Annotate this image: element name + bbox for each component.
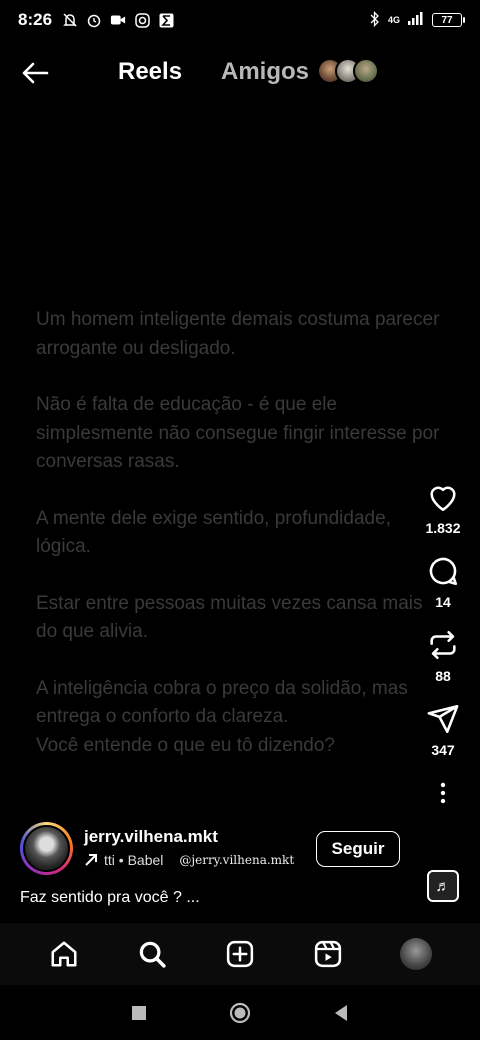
- home-button[interactable]: [229, 1002, 251, 1024]
- square-icon: [132, 1005, 146, 1020]
- recent-apps-button[interactable]: [131, 1005, 147, 1021]
- nav-search[interactable]: [132, 934, 172, 974]
- audio-info[interactable]: tti • Babel @jerry.vilhena.mkt: [84, 852, 294, 868]
- system-nav: [0, 985, 480, 1040]
- heart-icon: [430, 486, 456, 512]
- reels-icon: [314, 940, 342, 968]
- reel-actions: 1.832 14 88 347: [420, 480, 466, 808]
- repost-icon: [430, 630, 456, 660]
- back-button[interactable]: [20, 58, 50, 88]
- signal-icon: [408, 12, 424, 28]
- send-icon: [427, 704, 459, 734]
- instagram-icon: [134, 12, 150, 28]
- tab-reels[interactable]: Reels: [118, 58, 182, 86]
- reel-text: Um homem inteligente demais costuma pare…: [36, 306, 446, 760]
- follow-button[interactable]: Seguir: [316, 831, 400, 867]
- music-note-icon: ♬: [435, 877, 451, 895]
- battery-level: 77: [441, 14, 453, 26]
- bluetooth-icon: [370, 10, 380, 30]
- overlay-handle: @jerry.vilhena.mkt: [179, 853, 295, 867]
- avatar[interactable]: [20, 822, 73, 875]
- author-username[interactable]: jerry.vilhena.mkt: [84, 827, 218, 847]
- reel-paragraph: Não é falta de educação - é que ele simp…: [36, 394, 440, 472]
- network-type: 4G: [387, 15, 400, 25]
- more-options-button[interactable]: [428, 778, 458, 808]
- repost-count: 88: [435, 668, 451, 684]
- search-icon: [139, 941, 166, 968]
- comment-count: 14: [435, 594, 451, 610]
- reel-paragraph: Você entende o que eu tô dizendo?: [36, 734, 335, 756]
- bottom-nav: [0, 923, 480, 985]
- share-button[interactable]: 347: [426, 702, 460, 758]
- battery-icon: 77: [432, 13, 465, 27]
- home-icon: [51, 941, 77, 967]
- reel-caption[interactable]: Faz sentido pra você ? ...: [20, 889, 200, 907]
- reel-paragraph: A mente dele exige sentido, profundidade…: [36, 507, 391, 558]
- like-count: 1.832: [425, 520, 461, 536]
- avatar: [353, 58, 379, 84]
- reel-paragraph: A inteligência cobra o preço da solidão,…: [36, 677, 408, 728]
- share-count: 347: [431, 742, 455, 758]
- reels-header: Reels Amigos: [0, 48, 480, 98]
- reel-paragraph: Um homem inteligente demais costuma pare…: [36, 309, 440, 359]
- avatar: [400, 938, 432, 970]
- friend-avatars[interactable]: [317, 58, 379, 84]
- tab-friends[interactable]: Amigos: [221, 58, 309, 86]
- nav-create[interactable]: [220, 934, 260, 974]
- sigma-icon: [158, 12, 174, 28]
- nav-profile[interactable]: [396, 934, 436, 974]
- triangle-left-icon: [335, 1004, 347, 1021]
- alarm-icon: [86, 12, 102, 28]
- status-bar: 8:26 4G 77: [0, 0, 480, 40]
- audio-thumbnail[interactable]: ♬: [427, 870, 459, 902]
- mute-icon: [62, 12, 78, 28]
- arrow-left-icon: [22, 62, 49, 84]
- comment-icon: [429, 557, 458, 586]
- like-button[interactable]: 1.832: [425, 480, 461, 536]
- nav-reels[interactable]: [308, 934, 348, 974]
- video-icon: [110, 12, 126, 28]
- more-vertical-icon: [440, 782, 446, 804]
- status-time: 8:26: [18, 10, 53, 29]
- nav-home[interactable]: [44, 934, 84, 974]
- circle-icon: [229, 1002, 251, 1023]
- reel-author: jerry.vilhena.mkt tti • Babel @jerry.vil…: [20, 822, 420, 878]
- comment-button[interactable]: 14: [426, 554, 460, 610]
- plus-square-icon: [226, 940, 254, 968]
- back-nav-button[interactable]: [333, 1004, 349, 1022]
- repost-button[interactable]: 88: [426, 628, 460, 684]
- arrow-up-right-icon: [85, 854, 97, 866]
- reel-paragraph: Estar entre pessoas muitas vezes cansa m…: [36, 592, 423, 643]
- audio-label: tti • Babel: [104, 852, 164, 868]
